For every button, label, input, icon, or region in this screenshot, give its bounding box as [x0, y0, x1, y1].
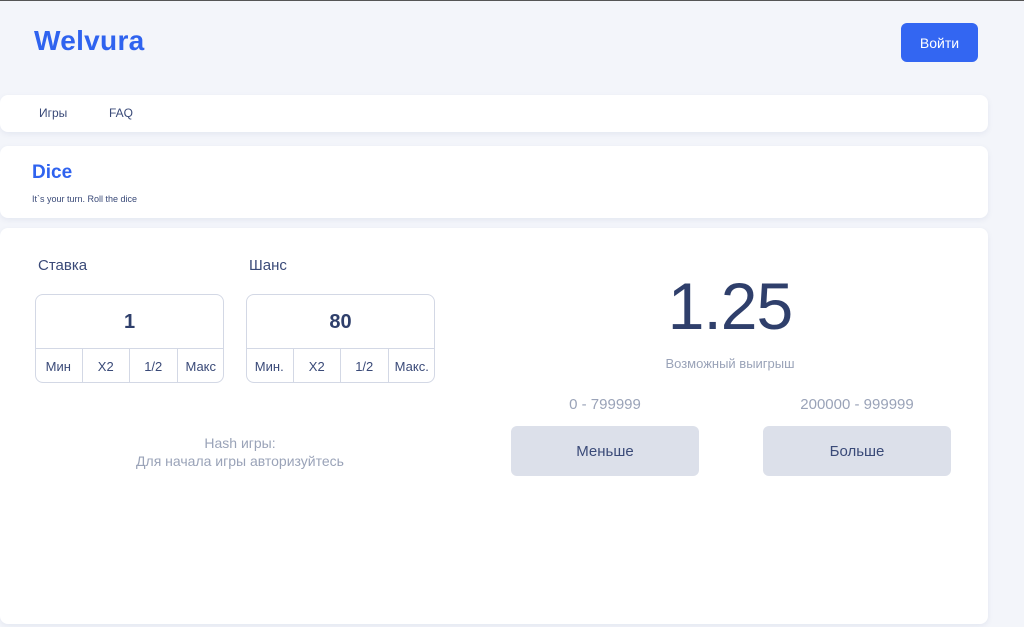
- bet-double-button[interactable]: X2: [81, 349, 130, 383]
- bet-half-button[interactable]: 1/2: [129, 349, 177, 383]
- possible-win-value: 1.25: [667, 269, 793, 343]
- game-title: Dice: [32, 162, 73, 183]
- game-subtitle: It`s your turn. Roll the dice: [32, 194, 138, 204]
- chance-max-button[interactable]: Макс.: [387, 349, 436, 383]
- bet-min-button[interactable]: Мин: [35, 349, 82, 383]
- hash-info: Hash игры: Для начала игры авторизуйтесь: [100, 434, 380, 470]
- possible-win-label: Возможный выигрыш: [665, 356, 795, 371]
- chance-double-button[interactable]: X2: [292, 349, 341, 383]
- bet-label: Ставка: [38, 257, 88, 274]
- game-header: Dice It`s your turn. Roll the dice: [0, 146, 988, 218]
- game-panel: Ставка 1 Мин X2 1/2 Макс Шанс 80 Мин. X2…: [0, 228, 988, 624]
- hash-message: Для начала игры авторизуйтесь: [136, 453, 344, 469]
- bet-field: 1 Мин X2 1/2 Макс: [35, 294, 224, 383]
- chance-min-button[interactable]: Мин.: [246, 349, 293, 383]
- chance-label: Шанс: [249, 257, 287, 274]
- nav-item-games[interactable]: Игры: [39, 106, 67, 120]
- bet-max-button[interactable]: Макс: [176, 349, 225, 383]
- under-range: 0 - 799999: [569, 396, 641, 413]
- over-range: 200000 - 999999: [800, 396, 914, 413]
- chance-input[interactable]: 80: [247, 295, 434, 349]
- nav-item-faq[interactable]: FAQ: [109, 106, 133, 120]
- hash-label: Hash игры:: [204, 435, 276, 451]
- login-button[interactable]: Войти: [901, 23, 978, 62]
- bet-modifiers: Мин X2 1/2 Макс: [35, 348, 224, 383]
- nav-bar: Игры FAQ: [0, 95, 988, 132]
- chance-half-button[interactable]: 1/2: [340, 349, 388, 383]
- logo[interactable]: Welvura: [34, 25, 145, 57]
- chance-field: 80 Мин. X2 1/2 Макс.: [246, 294, 435, 383]
- bet-over-button[interactable]: Больше: [763, 426, 951, 476]
- bet-under-button[interactable]: Меньше: [511, 426, 699, 476]
- bet-input[interactable]: 1: [36, 295, 223, 349]
- chance-modifiers: Мин. X2 1/2 Макс.: [246, 348, 435, 383]
